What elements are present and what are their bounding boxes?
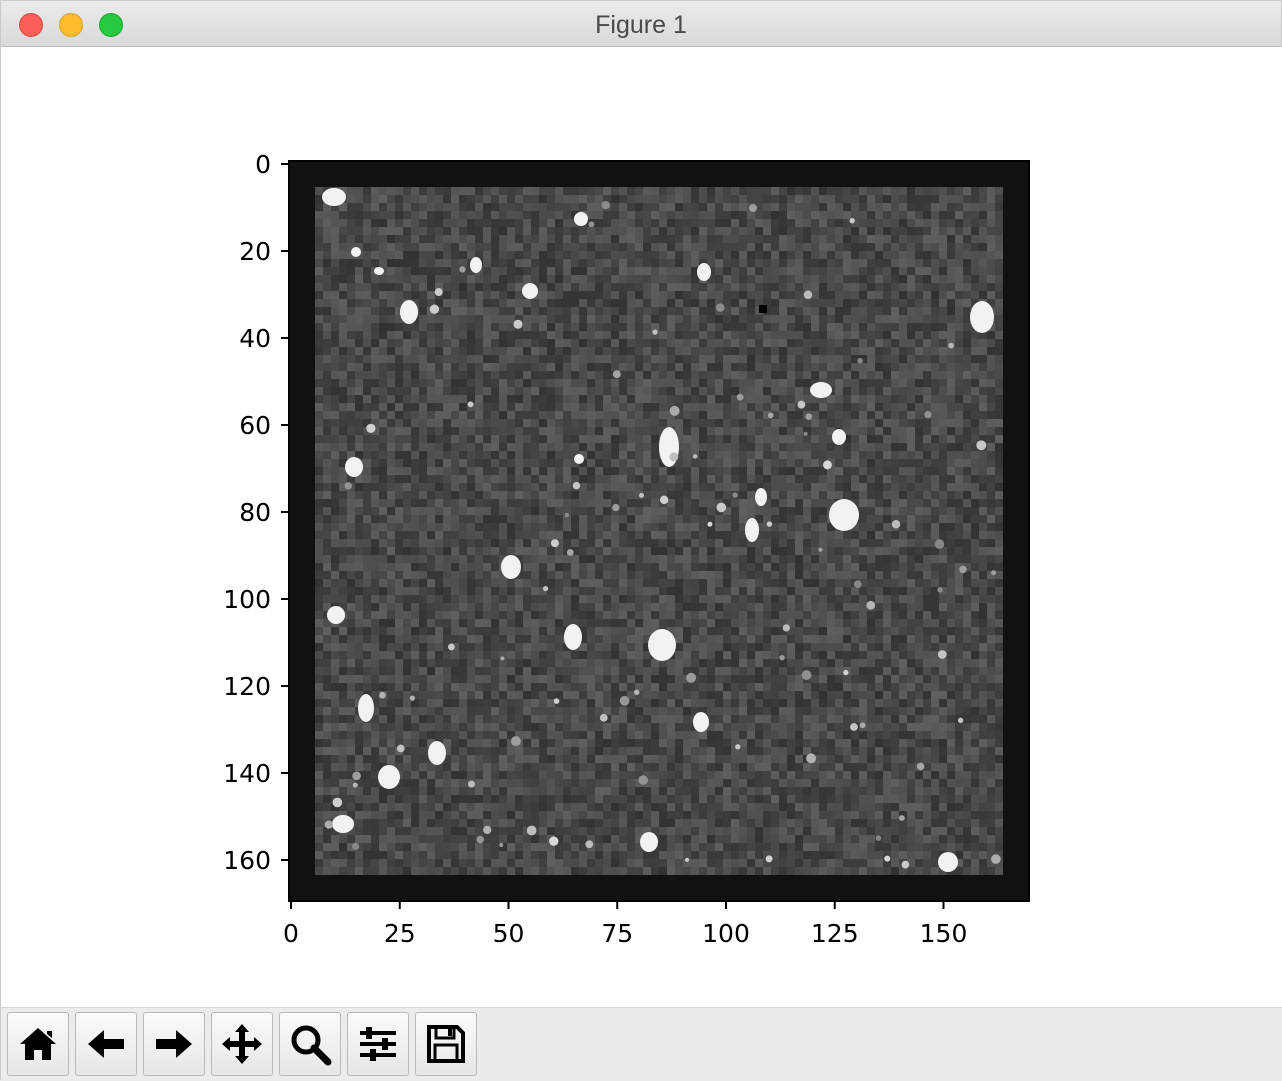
y-tick-label: 160 — [223, 846, 271, 875]
configure-subplots-icon — [356, 1022, 400, 1066]
y-tick-label: 80 — [239, 498, 271, 527]
save-floppy-icon — [424, 1022, 468, 1066]
y-tick-label: 120 — [223, 672, 271, 701]
y-tick-label: 140 — [223, 759, 271, 788]
y-tick-label: 40 — [239, 324, 271, 353]
image-noise — [315, 187, 1003, 875]
window-title: Figure 1 — [1, 11, 1281, 40]
x-tick-label: 75 — [601, 919, 633, 948]
x-tick-label: 50 — [493, 919, 525, 948]
x-axis: 0 25 50 75 100 125 150 — [283, 901, 967, 948]
forward-button[interactable] — [143, 1012, 205, 1076]
y-tick-label: 20 — [239, 237, 271, 266]
x-tick-label: 100 — [702, 919, 750, 948]
title-bar[interactable]: Figure 1 — [1, 1, 1281, 47]
y-tick-label: 100 — [223, 585, 271, 614]
pan-button[interactable] — [211, 1012, 273, 1076]
figure-canvas[interactable]: 0 20 40 60 80 100 120 140 160 0 25 50 75 100 125 150 — [1, 47, 1282, 1007]
save-button[interactable] — [415, 1012, 477, 1076]
forward-arrow-icon — [152, 1022, 196, 1066]
subplots-button[interactable] — [347, 1012, 409, 1076]
y-axis: 0 20 40 60 80 100 120 140 160 — [223, 150, 289, 875]
x-tick-label: 25 — [384, 919, 416, 948]
back-button[interactable] — [75, 1012, 137, 1076]
image-plot[interactable]: 0 20 40 60 80 100 120 140 160 0 25 50 75 100 125 150 — [1, 47, 1282, 1007]
home-button[interactable] — [7, 1012, 69, 1076]
back-arrow-icon — [84, 1022, 128, 1066]
pan-move-icon — [220, 1022, 264, 1066]
figure-window: Figure 1 0 20 40 60 80 100 120 140 160 0 25 50 75 10… — [0, 0, 1282, 1080]
y-tick-label: 0 — [255, 150, 271, 179]
x-tick-label: 0 — [283, 919, 299, 948]
y-tick-label: 60 — [239, 411, 271, 440]
x-tick-label: 150 — [920, 919, 968, 948]
home-icon — [16, 1022, 60, 1066]
zoom-magnifier-icon — [288, 1022, 332, 1066]
zoom-button[interactable] — [279, 1012, 341, 1076]
x-tick-label: 125 — [811, 919, 859, 948]
navigation-toolbar — [1, 1007, 1282, 1081]
